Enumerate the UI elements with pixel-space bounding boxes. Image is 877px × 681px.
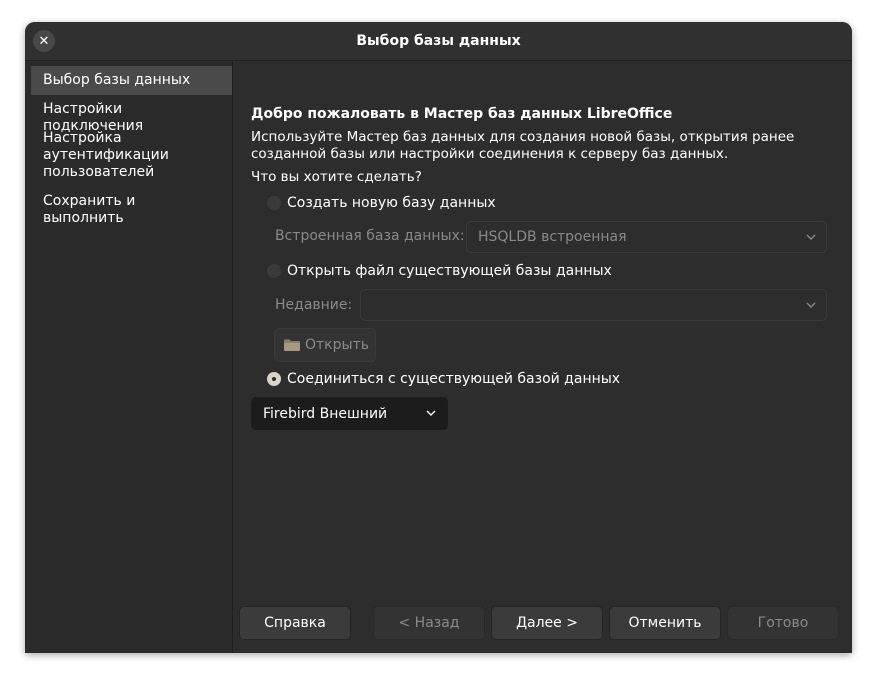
window-title: Выбор базы данных (356, 33, 521, 49)
open-file-label: Открыть (305, 337, 369, 353)
dialog-window: ✕ Выбор базы данных Выбор базы данных На… (25, 22, 852, 653)
finish-button[interactable]: Готово (727, 606, 839, 640)
chevron-down-icon (806, 234, 816, 240)
chevron-down-icon (426, 410, 436, 416)
title-bar: ✕ Выбор базы данных (25, 22, 852, 61)
connection-type-value: Firebird Внешний (263, 405, 388, 422)
open-existing-label: Открыть файл существующей базы данных (287, 263, 612, 279)
connect-existing-radio[interactable] (267, 372, 281, 386)
back-button[interactable]: < Назад (373, 606, 485, 640)
main-panel: Добро пожаловать в Мастер баз данных Lib… (233, 61, 852, 653)
sidebar-item-save-and-proceed[interactable]: Сохранить и выполнить (31, 187, 232, 233)
cancel-button[interactable]: Отменить (609, 606, 721, 640)
create-new-radio[interactable] (267, 196, 281, 210)
connect-existing-label: Соединиться с существующей базой данных (287, 371, 621, 387)
sidebar-item-database-selection[interactable]: Выбор базы данных (31, 66, 232, 95)
next-button[interactable]: Далее > (491, 606, 603, 640)
help-button[interactable]: Справка (239, 606, 351, 640)
open-existing-radio[interactable] (267, 264, 281, 278)
folder-icon (284, 339, 300, 351)
connect-existing-database-option[interactable]: Соединиться с существующей базой данных (267, 371, 620, 387)
recent-label: Недавние: (275, 297, 353, 313)
open-file-button[interactable]: Открыть (274, 328, 376, 362)
embedded-database-select[interactable]: HSQLDB встроенная (466, 221, 827, 253)
wizard-steps-sidebar: Выбор базы данных Настройки подключения … (25, 61, 233, 653)
connection-type-select[interactable]: Firebird Внешний (251, 397, 448, 430)
recent-files-select[interactable] (360, 289, 827, 321)
embedded-database-label: Встроенная база данных: (275, 228, 465, 244)
question-label: Что вы хотите сделать? (251, 169, 422, 185)
welcome-heading: Добро пожаловать в Мастер баз данных Lib… (251, 106, 673, 122)
open-existing-file-option[interactable]: Открыть файл существующей базы данных (267, 263, 612, 279)
create-new-label: Создать новую базу данных (287, 195, 496, 211)
sidebar-item-user-authentication[interactable]: Настройка аутентификации пользователей (31, 124, 181, 187)
chevron-down-icon (806, 302, 816, 308)
embedded-database-value: HSQLDB встроенная (478, 229, 627, 245)
welcome-description: Используйте Мастер баз данных для создан… (251, 129, 795, 162)
create-new-database-option[interactable]: Создать новую базу данных (267, 195, 496, 211)
